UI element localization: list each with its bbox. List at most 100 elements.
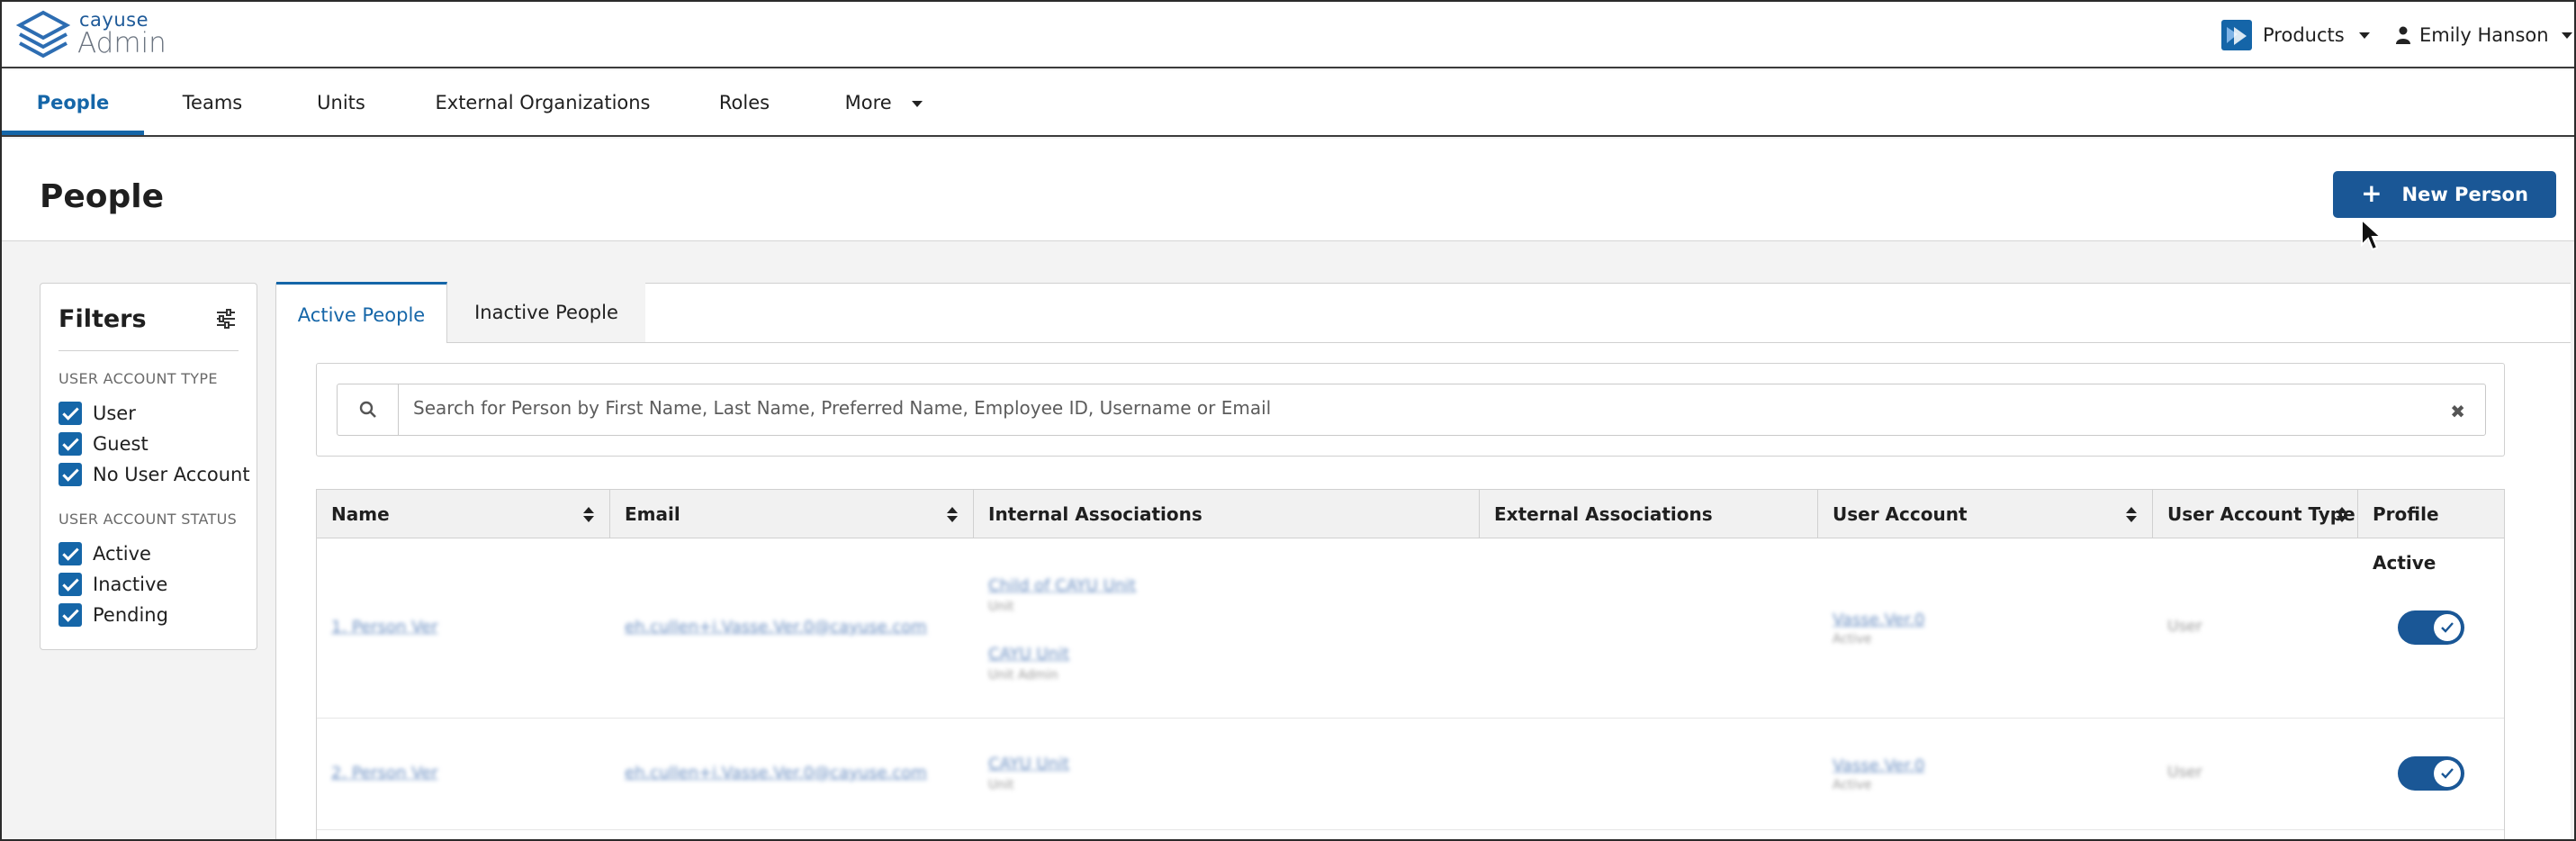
internal-association-role: Unit <box>988 600 1014 614</box>
column-header-internal-associations: Internal Associations <box>974 490 1480 538</box>
filter-no-user-account[interactable]: No User Account <box>59 462 250 487</box>
column-label: User Account <box>1833 503 1968 525</box>
person-name-link[interactable]: 1. Person Ver <box>331 618 438 637</box>
sliders-icon[interactable] <box>215 309 237 329</box>
checkbox-checked-icon[interactable] <box>59 463 82 486</box>
internal-association-link[interactable]: CAYU Unit <box>988 755 1069 773</box>
filter-user-label: User <box>93 402 136 424</box>
column-header-user-account-type[interactable]: User Account Type <box>2153 490 2358 538</box>
search-button[interactable] <box>338 384 399 435</box>
page-header: People + New Person <box>2 139 2574 241</box>
checkbox-checked-icon[interactable] <box>59 573 82 596</box>
user-account-link[interactable]: Vasse.Ver.0 <box>1833 610 1924 629</box>
user-account-status: Active <box>1833 632 1872 647</box>
filter-user[interactable]: User <box>59 401 136 426</box>
search-card: ✖ <box>316 363 2505 457</box>
logo-product-text: Admin <box>77 27 167 59</box>
checkbox-checked-icon[interactable] <box>59 432 82 456</box>
filter-pending[interactable]: Pending <box>59 602 168 628</box>
clear-icon[interactable]: ✖ <box>2450 401 2465 422</box>
column-label: Name <box>331 503 390 525</box>
nav-item-people[interactable]: People <box>2 70 144 135</box>
products-icon <box>2221 20 2252 50</box>
app-frame: cayuse Admin Products Emily Hanson Peopl… <box>0 0 2576 841</box>
tab-divider <box>645 342 2571 343</box>
people-table: Name Email Internal Associations Externa… <box>316 489 2505 839</box>
new-person-label: New Person <box>2401 184 2528 205</box>
tab-inactive-people[interactable]: Inactive People <box>447 282 645 343</box>
people-panel: Active People Inactive People ✖ Name <box>275 282 2571 839</box>
user-name: Emily Hanson <box>2419 24 2549 46</box>
products-menu[interactable]: Products <box>2221 18 2370 52</box>
checkbox-checked-icon[interactable] <box>59 542 82 565</box>
column-header-profile-active: Profile Active <box>2358 490 2504 574</box>
user-icon <box>2396 26 2410 44</box>
filters-panel: Filters USER ACCOUNT TYPE User Guest No … <box>40 283 257 650</box>
new-person-button[interactable]: + New Person <box>2333 171 2556 218</box>
profile-active-toggle[interactable] <box>2398 610 2464 645</box>
filters-title: Filters <box>59 305 147 333</box>
main-nav: People Teams Units External Organization… <box>2 70 2574 137</box>
checkbox-checked-icon[interactable] <box>59 402 82 425</box>
chevron-down-icon <box>2358 32 2370 39</box>
sort-icon[interactable] <box>2126 507 2137 523</box>
tab-active-people[interactable]: Active People <box>276 282 447 343</box>
nav-item-roles[interactable]: Roles <box>704 70 785 135</box>
filter-no-user-account-label: No User Account <box>93 464 250 485</box>
products-label: Products <box>2263 24 2345 46</box>
column-label: Internal Associations <box>988 503 1202 525</box>
table-row: 1. Person Ver eh.cullen+i.Vasse.Ver.0@ca… <box>317 538 2504 719</box>
page-title: People <box>40 178 165 215</box>
search-input[interactable] <box>413 397 2393 419</box>
user-account-status-label: USER ACCOUNT STATUS <box>59 511 238 528</box>
top-bar: cayuse Admin Products Emily Hanson <box>2 2 2574 68</box>
filter-inactive[interactable]: Inactive <box>59 572 167 597</box>
search-box: ✖ <box>337 384 2486 436</box>
column-header-name[interactable]: Name <box>317 490 610 538</box>
nav-more-label: More <box>844 92 892 113</box>
user-account-type-label: USER ACCOUNT TYPE <box>59 370 218 387</box>
internal-association-role: Unit <box>988 778 1014 792</box>
user-menu[interactable]: Emily Hanson <box>2396 18 2572 52</box>
filter-guest[interactable]: Guest <box>59 431 149 457</box>
column-label: User Account Type <box>2167 503 2355 525</box>
person-email-link[interactable]: eh.cullen+i.Vasse.Ver.0@cayuse.com <box>625 618 927 637</box>
mouse-cursor-icon <box>2361 218 2383 251</box>
sort-icon[interactable] <box>583 507 594 523</box>
nav-item-units[interactable]: Units <box>299 70 383 135</box>
internal-association-link[interactable]: CAYU Unit <box>988 645 1069 664</box>
column-header-email[interactable]: Email <box>610 490 974 538</box>
check-icon <box>2434 760 2461 787</box>
column-label: Email <box>625 503 680 525</box>
table-header: Name Email Internal Associations Externa… <box>317 490 2504 574</box>
profile-active-toggle[interactable] <box>2398 756 2464 791</box>
user-account-status: Active <box>1833 778 1872 792</box>
search-icon <box>359 401 376 418</box>
filter-pending-label: Pending <box>93 604 168 626</box>
sort-icon[interactable] <box>2337 507 2347 523</box>
internal-association-link[interactable]: Child of CAYU Unit <box>988 576 1136 595</box>
plus-icon: + <box>2361 177 2382 208</box>
column-header-external-associations: External Associations <box>1480 490 1818 538</box>
filter-inactive-label: Inactive <box>93 574 168 595</box>
filter-active-label: Active <box>93 543 151 565</box>
column-label: External Associations <box>1494 503 1713 525</box>
checkbox-checked-icon[interactable] <box>59 603 82 627</box>
filters-divider <box>59 350 239 351</box>
table-row: 2. Person Ver eh.cullen+i.Vasse.Ver.0@ca… <box>317 719 2504 830</box>
filter-active[interactable]: Active <box>59 541 151 566</box>
sort-icon[interactable] <box>947 507 958 523</box>
nav-item-teams[interactable]: Teams <box>167 70 257 135</box>
internal-association-role: Unit Admin <box>988 668 1058 683</box>
column-header-user-account[interactable]: User Account <box>1818 490 2153 538</box>
person-email-link[interactable]: eh.cullen+i.Vasse.Ver.0@cayuse.com <box>625 764 927 782</box>
user-account-type: User <box>2167 764 2202 782</box>
nav-item-more[interactable]: More <box>839 70 929 135</box>
cayuse-logo[interactable]: cayuse Admin <box>14 7 167 61</box>
person-name-link[interactable]: 2. Person Ver <box>331 764 438 782</box>
nav-item-external-organizations[interactable]: External Organizations <box>428 70 657 135</box>
chevron-down-icon <box>912 100 923 107</box>
filter-guest-label: Guest <box>93 433 149 455</box>
chevron-down-icon <box>2561 32 2572 39</box>
user-account-link[interactable]: Vasse.Ver.0 <box>1833 756 1924 775</box>
